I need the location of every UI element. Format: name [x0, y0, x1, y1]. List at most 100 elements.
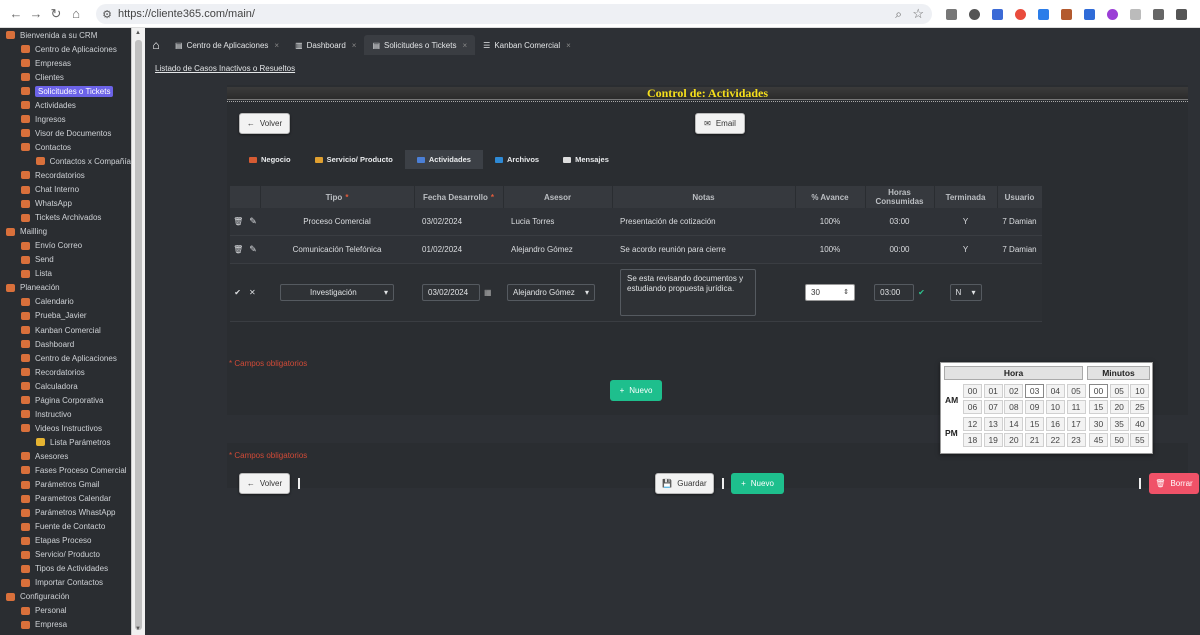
extensions-menu-icon[interactable] — [1147, 4, 1170, 24]
sidebar-item[interactable]: Parámetros Gmail — [0, 478, 131, 492]
sidebar-item[interactable]: WhatsApp — [0, 197, 131, 211]
hour-cell[interactable]: 00 — [963, 384, 982, 398]
sidebar-item[interactable]: Instructivo — [0, 407, 131, 421]
extension-icon[interactable] — [1101, 4, 1124, 24]
sidebar-item[interactable]: Empresa — [0, 618, 131, 632]
extension-icon[interactable] — [1009, 4, 1032, 24]
close-icon[interactable]: × — [274, 41, 279, 50]
sidebar-item[interactable]: Página Corporativa — [0, 393, 131, 407]
minute-cell[interactable]: 30 — [1089, 416, 1108, 431]
hour-cell[interactable]: 23 — [1066, 433, 1086, 447]
tab-1[interactable]: ▤ Centro de Aplicaciones × — [167, 35, 287, 55]
sidebar-item[interactable]: Dashboard — [0, 337, 131, 351]
sidebar-item[interactable]: Chat Interno — [0, 183, 131, 197]
sidebar-item[interactable]: Lista Parámetros — [0, 435, 131, 449]
sidebar-item[interactable]: Envío Correo — [0, 239, 131, 253]
hour-cell[interactable]: 12 — [963, 417, 982, 431]
sidebar-item[interactable]: Calendario — [0, 295, 131, 309]
sidebar-item[interactable]: Contactos x Compañía — [0, 154, 131, 168]
sidebar-item[interactable]: Contactos — [0, 140, 131, 154]
extension-icon[interactable] — [940, 4, 963, 24]
sidebar-item[interactable]: Lista — [0, 267, 131, 281]
subtab-2[interactable]: Servicio/ Producto — [303, 150, 405, 169]
hour-cell[interactable]: 19 — [983, 433, 1003, 447]
sidebar-item[interactable]: Planeación — [0, 281, 131, 295]
sidebar-item[interactable]: Servicio/ Producto — [0, 548, 131, 562]
hour-cell[interactable]: 09 — [1025, 400, 1045, 414]
sidebar-item[interactable]: Asesores — [0, 449, 131, 463]
email-button[interactable]: ✉ Email — [695, 113, 745, 134]
hour-cell[interactable]: 10 — [1045, 400, 1065, 414]
avance-input[interactable]: 30 ⇕ — [805, 283, 855, 301]
sidebar-item[interactable]: Actividades — [0, 98, 131, 112]
check-icon[interactable]: ✔ — [234, 288, 241, 297]
edit-icon[interactable]: ✎ — [249, 216, 257, 226]
sidebar-item[interactable]: Personal — [0, 604, 131, 618]
forward-icon[interactable]: → — [26, 6, 46, 21]
hour-cell[interactable]: 15 — [1025, 417, 1045, 431]
nuevo-button-bottom[interactable]: + Nuevo — [731, 473, 784, 494]
asesor-select[interactable]: Alejandro Gómez ▾ — [507, 283, 595, 301]
nuevo-button-grid[interactable]: + Nuevo — [610, 380, 662, 401]
minute-cell[interactable]: 15 — [1089, 400, 1108, 415]
edit-icon[interactable]: ✎ — [249, 244, 257, 254]
sidebar-item[interactable]: Bienvenida a su CRM — [0, 28, 131, 42]
terminada-select[interactable]: N ▾ — [949, 283, 982, 301]
guardar-button[interactable]: 💾 Guardar — [655, 473, 714, 494]
minute-cell[interactable]: 10 — [1130, 384, 1150, 398]
close-icon[interactable]: × — [352, 41, 357, 50]
profile-icon[interactable] — [1170, 4, 1193, 24]
extension-icon[interactable] — [963, 4, 986, 24]
borrar-button[interactable]: 🗑 Borrar — [1149, 473, 1199, 494]
close-icon[interactable]: ✕ — [249, 288, 256, 297]
sidebar-item[interactable]: Calculadora — [0, 379, 131, 393]
sidebar-item[interactable]: Videos Instructivos — [0, 421, 131, 435]
tab-2[interactable]: ▥ Dashboard × — [287, 35, 364, 55]
hour-cell[interactable]: 21 — [1025, 433, 1045, 447]
hour-cell[interactable]: 20 — [1004, 433, 1024, 447]
hour-cell[interactable]: 22 — [1045, 433, 1065, 447]
star-icon[interactable]: ☆ — [912, 6, 924, 22]
hour-cell[interactable]: 08 — [1004, 400, 1024, 414]
sidebar-item[interactable]: Centro de Aplicaciones — [0, 351, 131, 365]
extension-icon[interactable] — [1055, 4, 1078, 24]
minute-cell[interactable]: 00 — [1089, 384, 1108, 398]
subtab-4[interactable]: Archivos — [483, 150, 551, 169]
scrollbar-thumb[interactable] — [135, 40, 142, 630]
sidebar-item[interactable]: Kanban Comercial — [0, 323, 131, 337]
hour-cell[interactable]: 07 — [983, 400, 1003, 414]
sidebar-item[interactable]: Mailling — [0, 225, 131, 239]
link-icon[interactable] — [1124, 4, 1147, 24]
subtab-5[interactable]: Mensajes — [551, 150, 621, 169]
reload-icon[interactable]: ↻ — [46, 6, 66, 22]
sidebar-item[interactable]: Fases Proceso Comercial — [0, 463, 131, 477]
breadcrumb[interactable]: Listado de Casos Inactivos o Resueltos — [155, 64, 295, 73]
sidebar-item[interactable]: Recordatorios — [0, 365, 131, 379]
tab-3[interactable]: ▤ Solicitudes o Tickets × — [364, 35, 476, 55]
close-icon[interactable]: × — [566, 41, 571, 50]
address-bar[interactable]: ⚙ https://cliente365.com/main/ ⌕ ☆ — [96, 4, 932, 24]
sidebar-item[interactable]: Prueba_Javier — [0, 309, 131, 323]
sidebar-item[interactable]: Tickets Archivados — [0, 211, 131, 225]
sidebar-item[interactable]: Send — [0, 253, 131, 267]
tab-4[interactable]: ☰ Kanban Comercial × — [475, 35, 579, 55]
date-field[interactable]: 03/02/2024 — [422, 283, 480, 301]
hour-cell[interactable]: 16 — [1045, 417, 1065, 431]
extension-icon[interactable] — [986, 4, 1009, 24]
sidebar-item[interactable]: Solicitudes o Tickets — [0, 84, 131, 98]
sidebar-item[interactable]: Centro de Aplicaciones — [0, 42, 131, 56]
hour-cell[interactable]: 18 — [963, 433, 982, 447]
home-tab-icon[interactable]: ⌂ — [145, 35, 167, 55]
minute-cell[interactable]: 55 — [1130, 432, 1150, 447]
hours-input[interactable]: 03:00 — [874, 283, 915, 301]
volver-button-top[interactable]: ← Volver — [239, 113, 290, 134]
sidebar-scrollbar[interactable]: ▲ ▼ — [131, 28, 145, 635]
sidebar-item[interactable]: Fuente de Contacto — [0, 520, 131, 534]
hour-cell[interactable]: 13 — [983, 417, 1003, 431]
volver-button-bottom[interactable]: ← Volver — [239, 473, 290, 494]
minute-cell[interactable]: 40 — [1130, 416, 1150, 431]
spinner-icon[interactable]: ⇕ — [843, 288, 849, 296]
sidebar-item[interactable]: Recordatorios — [0, 168, 131, 182]
subtab-1[interactable]: Negocio — [237, 150, 303, 169]
hour-cell[interactable]: 17 — [1066, 417, 1086, 431]
